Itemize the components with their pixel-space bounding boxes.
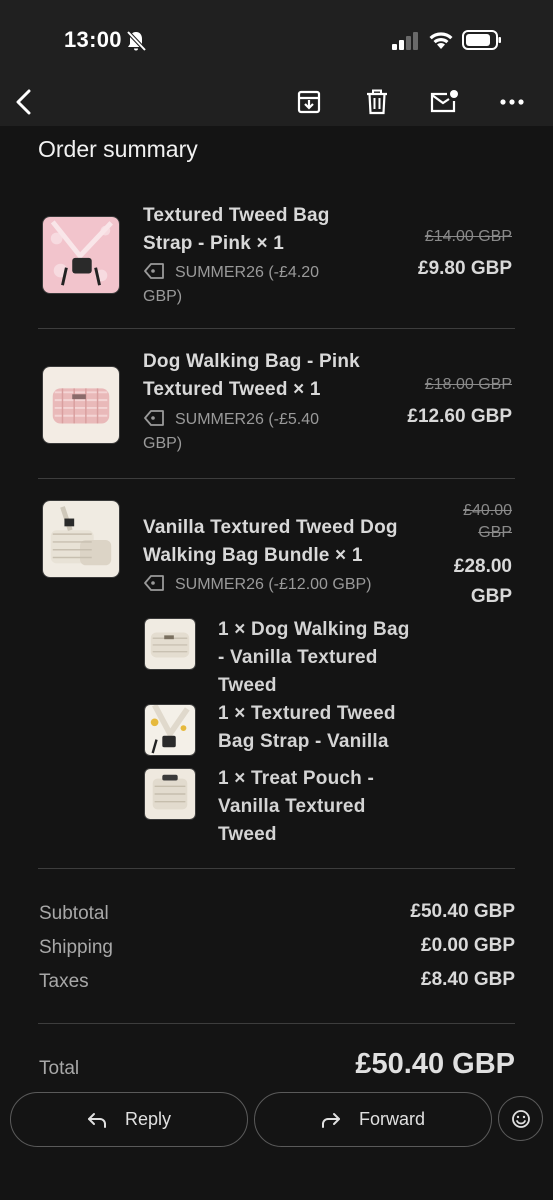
taxes-value: £8.40 GBP	[421, 969, 515, 990]
discounted-price-cont: GBP	[470, 586, 512, 607]
item-name-line: Textured Tweed Bag	[143, 205, 330, 226]
discount-code: SUMMER26 (-£4.20	[143, 261, 319, 285]
component-image-dog-bag	[144, 618, 196, 670]
reply-action-bar: Reply Forward	[0, 1086, 553, 1200]
back-arrow-icon	[16, 89, 31, 115]
discount-code: SUMMER26 (-£5.40	[143, 408, 319, 432]
divider	[38, 328, 515, 329]
discount-tag-icon	[144, 263, 164, 279]
forward-label: Forward	[358, 1109, 425, 1129]
forward-button[interactable]: Forward	[254, 1092, 492, 1147]
order-item[interactable]: Textured Tweed Bag Strap - Pink × 1 SUMM…	[38, 202, 515, 322]
product-image-pink-dog-bag	[42, 366, 120, 444]
status-bar: 13:00	[0, 0, 553, 80]
discounted-price: £12.60 GBP	[407, 406, 512, 427]
email-toolbar	[0, 80, 553, 126]
status-time: 13:00	[64, 27, 122, 52]
total-value: £50.40 GBP	[355, 1048, 515, 1080]
reply-button[interactable]: Reply	[10, 1092, 248, 1147]
discounted-price: £9.80 GBP	[418, 258, 512, 279]
order-summary-title: Order summary	[38, 136, 198, 162]
reply-icon	[87, 1112, 106, 1128]
more-horizontal-icon	[500, 99, 524, 105]
subtotal-label: Subtotal	[39, 903, 109, 924]
email-body[interactable]: Order summary Textured Tweed Bag Strap -…	[0, 126, 553, 1086]
order-item-bundle[interactable]: Vanilla Textured Tweed Dog Walking Bag B…	[38, 500, 515, 860]
discounted-price: £28.00	[453, 556, 512, 577]
emoji-reaction-button[interactable]	[498, 1096, 543, 1141]
more-options-button[interactable]	[494, 84, 530, 120]
item-name-line: Walking Bag Bundle × 1	[143, 545, 363, 566]
battery-icon	[462, 30, 501, 50]
discount-tag-icon	[144, 410, 164, 426]
item-name-line: Dog Walking Bag - Pink	[143, 351, 360, 372]
forward-icon	[321, 1112, 340, 1128]
mark-unread-button[interactable]	[426, 84, 462, 120]
component-image-treat-pouch	[144, 768, 196, 820]
product-image-pink-strap	[42, 216, 120, 294]
component-name-line: 1 × Treat Pouch -	[218, 768, 374, 789]
item-name-line: Textured Tweed × 1	[143, 379, 321, 400]
archive-button[interactable]	[291, 84, 327, 120]
archive-icon	[297, 90, 321, 114]
original-price: £18.00 GBP	[424, 376, 512, 393]
original-price-cont: GBP	[478, 524, 512, 541]
bell-off-icon	[126, 30, 146, 52]
order-item[interactable]: Dog Walking Bag - Pink Textured Tweed × …	[38, 348, 515, 468]
component-image-bag-strap	[144, 704, 196, 756]
discount-amount-cont: GBP)	[143, 288, 183, 305]
item-name-line: Strap - Pink × 1	[143, 233, 284, 254]
divider	[38, 868, 515, 869]
shipping-label: Shipping	[39, 937, 113, 958]
mark-unread-icon	[430, 90, 458, 113]
emoji-smile-icon	[511, 1109, 530, 1128]
discount-tag-icon	[144, 575, 164, 591]
wifi-icon	[429, 32, 453, 49]
subtotal-value: £50.40 GBP	[410, 901, 515, 922]
divider	[38, 1023, 515, 1024]
discount-amount-cont: GBP)	[143, 435, 183, 452]
back-button[interactable]	[6, 84, 42, 120]
reply-label: Reply	[124, 1109, 172, 1129]
component-name-line: Tweed	[218, 824, 277, 845]
discount-code: SUMMER26 (-£12.00 GBP)	[143, 573, 372, 597]
original-price: £40.00	[463, 502, 512, 519]
item-name-line: Vanilla Textured Tweed Dog	[143, 517, 398, 538]
component-name-line: Vanilla Textured	[218, 796, 366, 817]
component-name-line: 1 × Textured Tweed	[218, 703, 396, 724]
component-name-line: Tweed	[218, 675, 277, 696]
component-name-line: - Vanilla Textured	[218, 647, 378, 668]
component-name-line: 1 × Dog Walking Bag	[218, 619, 410, 640]
trash-icon	[367, 89, 387, 115]
original-price: £14.00 GBP	[424, 228, 512, 245]
cellular-signal-icon	[392, 32, 418, 50]
total-label: Total	[39, 1058, 80, 1079]
delete-button[interactable]	[359, 84, 395, 120]
divider	[38, 478, 515, 479]
product-image-vanilla-bundle	[42, 500, 120, 578]
taxes-label: Taxes	[39, 971, 89, 992]
shipping-value: £0.00 GBP	[421, 935, 515, 956]
component-name-line: Bag Strap - Vanilla	[218, 731, 389, 752]
